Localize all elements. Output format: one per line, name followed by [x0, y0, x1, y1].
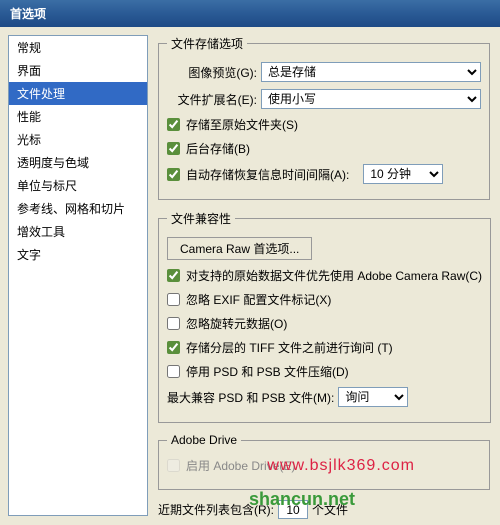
category-sidebar: 常规 界面 文件处理 性能 光标 透明度与色域 单位与标尺 参考线、网格和切片 … [8, 35, 148, 516]
file-compat-group: 文件兼容性 Camera Raw 首选项... 对支持的原始数据文件优先使用 A… [158, 210, 491, 423]
prefer-acr-label: 对支持的原始数据文件优先使用 Adobe Camera Raw(C) [186, 267, 482, 284]
sidebar-item-guides[interactable]: 参考线、网格和切片 [9, 197, 147, 220]
sidebar-item-type[interactable]: 文字 [9, 243, 147, 266]
image-preview-select[interactable]: 总是存储 [261, 62, 481, 82]
sidebar-item-general[interactable]: 常规 [9, 36, 147, 59]
file-compat-legend: 文件兼容性 [167, 210, 235, 227]
ask-tiff-checkbox[interactable] [167, 341, 180, 354]
background-save-checkbox[interactable] [167, 142, 180, 155]
content-area: 常规 界面 文件处理 性能 光标 透明度与色域 单位与标尺 参考线、网格和切片 … [0, 27, 500, 524]
sidebar-item-interface[interactable]: 界面 [9, 59, 147, 82]
file-extension-label: 文件扩展名(E): [177, 91, 257, 108]
watermark-text-2: shancun.net [249, 489, 355, 510]
save-original-checkbox[interactable] [167, 118, 180, 131]
file-extension-select[interactable]: 使用小写 [261, 89, 481, 109]
adobe-drive-legend: Adobe Drive [167, 433, 241, 447]
disable-compression-checkbox[interactable] [167, 365, 180, 378]
window-titlebar: 首选项 [0, 0, 500, 27]
max-compat-select[interactable]: 询问 [338, 387, 408, 407]
save-original-label: 存储至原始文件夹(S) [186, 116, 298, 133]
file-save-legend: 文件存储选项 [167, 35, 247, 52]
watermark-text-1: www.bsjlk369.com [267, 457, 415, 475]
ignore-exif-checkbox[interactable] [167, 293, 180, 306]
disable-compression-label: 停用 PSD 和 PSB 文件压缩(D) [186, 363, 349, 380]
window-title: 首选项 [10, 7, 46, 21]
sidebar-item-file-handling[interactable]: 文件处理 [9, 82, 147, 105]
ignore-rotation-label: 忽略旋转元数据(O) [186, 315, 287, 332]
prefer-acr-checkbox[interactable] [167, 269, 180, 282]
image-preview-label: 图像预览(G): [177, 64, 257, 81]
background-save-label: 后台存储(B) [186, 140, 250, 157]
auto-save-interval-select[interactable]: 10 分钟 [363, 164, 443, 184]
ignore-rotation-checkbox[interactable] [167, 317, 180, 330]
auto-save-label: 自动存储恢复信息时间间隔(A): [186, 166, 349, 183]
sidebar-item-cursors[interactable]: 光标 [9, 128, 147, 151]
file-save-group: 文件存储选项 图像预览(G): 总是存储 文件扩展名(E): 使用小写 存储至原… [158, 35, 490, 200]
main-panel: 文件存储选项 图像预览(G): 总是存储 文件扩展名(E): 使用小写 存储至原… [148, 27, 500, 524]
auto-save-checkbox[interactable] [167, 168, 180, 181]
sidebar-item-plugins[interactable]: 增效工具 [9, 220, 147, 243]
sidebar-item-units[interactable]: 单位与标尺 [9, 174, 147, 197]
sidebar-item-performance[interactable]: 性能 [9, 105, 147, 128]
camera-raw-prefs-button[interactable]: Camera Raw 首选项... [167, 237, 312, 260]
enable-adobe-drive-checkbox [167, 459, 180, 472]
ask-tiff-label: 存储分层的 TIFF 文件之前进行询问 (T) [186, 339, 393, 356]
sidebar-item-transparency[interactable]: 透明度与色域 [9, 151, 147, 174]
ignore-exif-label: 忽略 EXIF 配置文件标记(X) [186, 291, 331, 308]
max-compat-label: 最大兼容 PSD 和 PSB 文件(M): [167, 389, 334, 406]
